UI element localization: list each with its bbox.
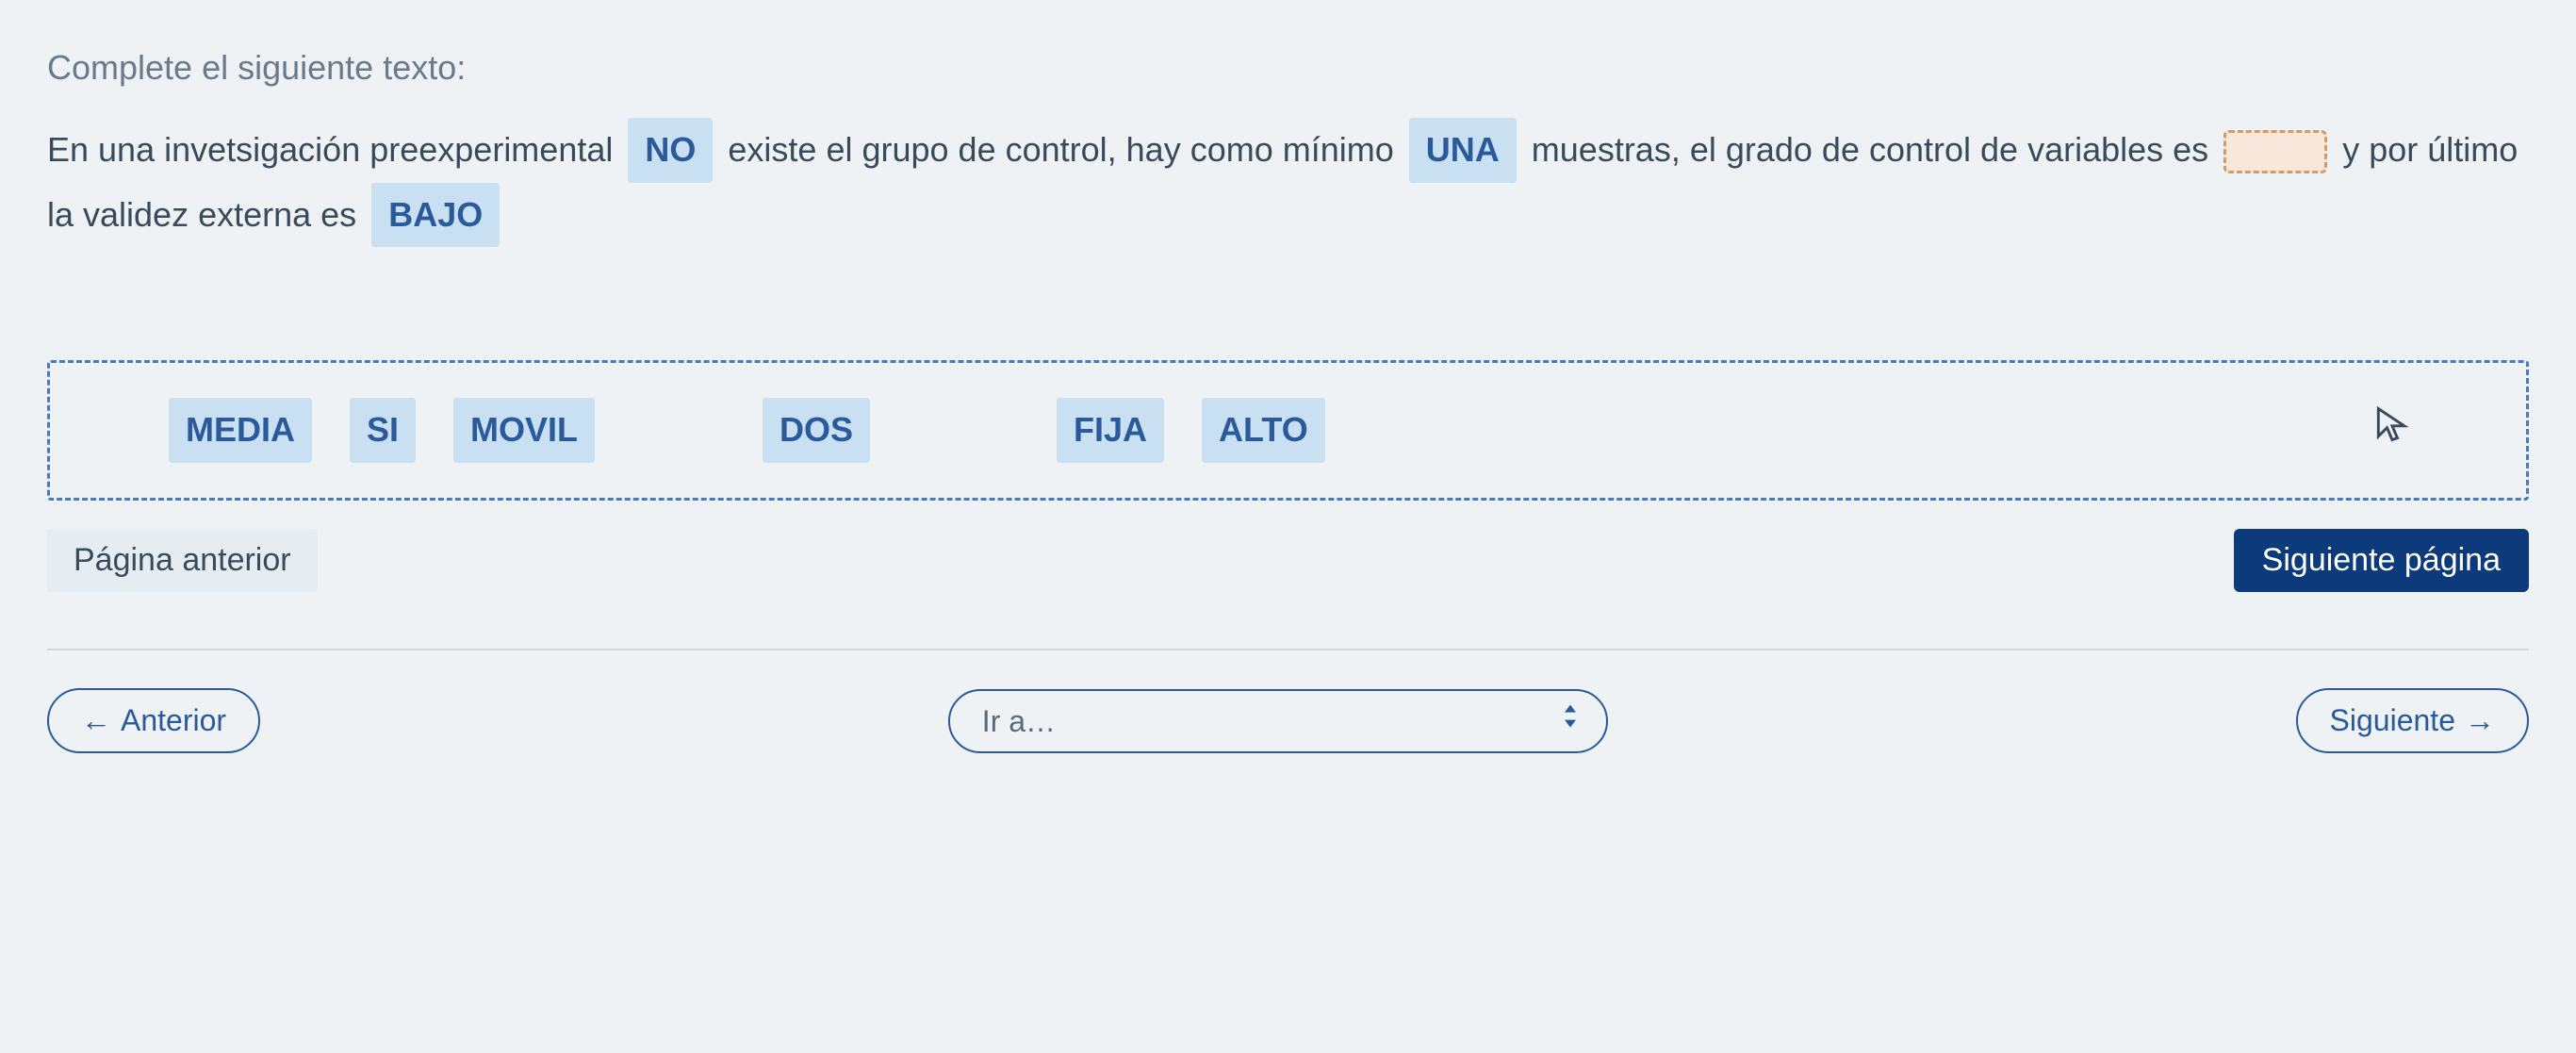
empty-dropzone[interactable] <box>2223 130 2327 173</box>
text-segment: existe el grupo de control, hay como mín… <box>728 130 1393 169</box>
goto-select-wrap: Ir a… <box>948 689 1608 753</box>
placed-chip-no[interactable]: NO <box>628 118 713 183</box>
cursor-icon <box>2371 391 2413 469</box>
previous-page-button[interactable]: Página anterior <box>47 529 318 592</box>
bottom-nav: ← Anterior Ir a… Siguiente → <box>47 688 2529 753</box>
arrow-left-icon: ← <box>81 703 111 738</box>
goto-select[interactable]: Ir a… <box>948 689 1608 753</box>
placed-chip-una[interactable]: UNA <box>1409 118 1517 183</box>
divider <box>47 649 2529 650</box>
text-segment: En una invetsigación preexperimental <box>47 130 613 169</box>
option-chip-si[interactable]: SI <box>350 398 416 463</box>
placed-chip-bajo[interactable]: BAJO <box>371 183 500 248</box>
options-dropzone[interactable]: MEDIA SI MOVIL DOS FIJA ALTO <box>47 360 2529 501</box>
next-page-button[interactable]: Siguiente página <box>2234 529 2529 592</box>
page-nav-row: Página anterior Siguiente página <box>47 529 2529 592</box>
option-chip-movil[interactable]: MOVIL <box>453 398 595 463</box>
option-chip-media[interactable]: MEDIA <box>169 398 312 463</box>
text-segment: muestras, el grado de control de variabl… <box>1532 130 2208 169</box>
instruction-text: Complete el siguiente texto: <box>47 38 2529 99</box>
arrow-right-icon: → <box>2465 703 2495 738</box>
siguiente-button[interactable]: Siguiente → <box>2296 688 2529 753</box>
anterior-label: Anterior <box>121 703 226 738</box>
siguiente-label: Siguiente <box>2330 703 2455 738</box>
anterior-button[interactable]: ← Anterior <box>47 688 260 753</box>
option-chip-fija[interactable]: FIJA <box>1057 398 1164 463</box>
option-chip-alto[interactable]: ALTO <box>1202 398 1325 463</box>
option-chip-dos[interactable]: DOS <box>763 398 870 463</box>
question-paragraph: En una invetsigación preexperimental NO … <box>47 118 2529 248</box>
